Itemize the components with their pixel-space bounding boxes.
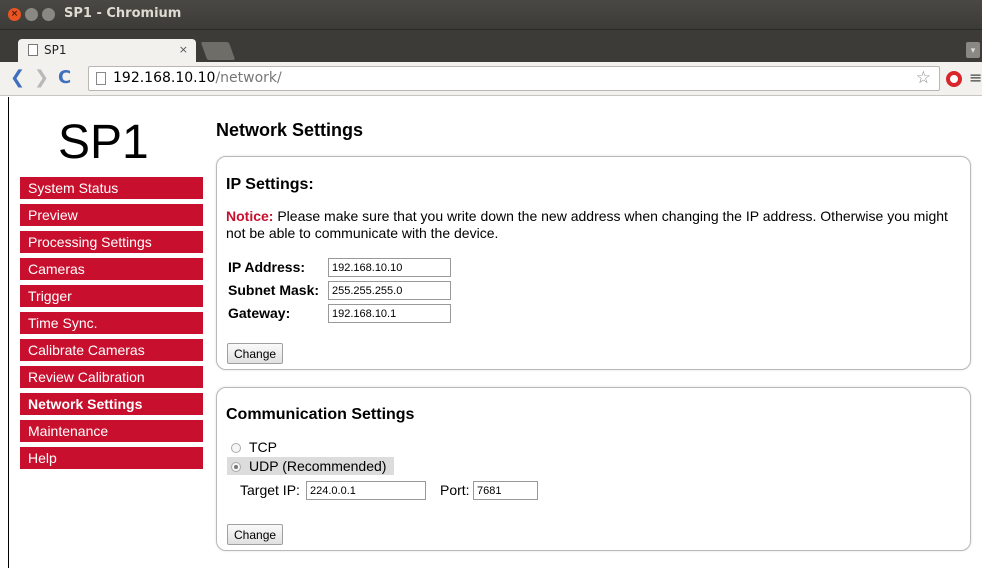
window-titlebar: × SP1 - Chromium [0, 0, 982, 30]
new-tab-button[interactable] [200, 42, 236, 60]
back-icon[interactable]: ❮ [10, 69, 25, 87]
browser-toolbar: ❮ ❯ C 192.168.10.10/network/ ☆ ≡ [0, 62, 982, 96]
tcp-radio-button[interactable] [231, 443, 241, 453]
page-content: SP1 System Status Preview Processing Set… [0, 97, 982, 568]
gateway-label: Gateway: [228, 305, 291, 321]
reload-icon[interactable]: C [58, 69, 71, 87]
ip-change-button[interactable]: Change [227, 343, 284, 364]
tcp-radio[interactable]: TCP [227, 438, 285, 456]
ip-address-label: IP Address: [228, 259, 306, 275]
udp-radio-button[interactable] [231, 462, 241, 472]
window-close-button[interactable]: × [8, 8, 21, 21]
udp-radio[interactable]: UDP (Recommended) [227, 457, 395, 475]
address-bar[interactable]: 192.168.10.10/network/ ☆ [88, 66, 940, 91]
udp-label: UDP (Recommended) [249, 458, 387, 474]
sidebar-item-time-sync[interactable]: Time Sync. [20, 312, 203, 334]
sidebar-item-processing-settings[interactable]: Processing Settings [20, 231, 203, 253]
sidebar-item-trigger[interactable]: Trigger [20, 285, 203, 307]
ip-address-input[interactable] [328, 258, 451, 277]
tab-close-icon[interactable]: × [179, 43, 188, 56]
sidebar-item-system-status[interactable]: System Status [20, 177, 203, 199]
tab-title: SP1 [44, 43, 67, 57]
sidebar-item-maintenance[interactable]: Maintenance [20, 420, 203, 442]
ip-settings-heading: IP Settings: [226, 176, 314, 193]
notice-message: Please make sure that you write down the… [226, 208, 948, 241]
communication-settings-panel: Communication Settings TCP UDP (Recommen… [216, 387, 971, 551]
tcp-label: TCP [249, 439, 277, 455]
port-input[interactable] [473, 481, 538, 500]
port-label: Port: [440, 482, 470, 498]
sidebar-item-help[interactable]: Help [20, 447, 203, 469]
gateway-input[interactable] [328, 304, 451, 323]
profile-icon[interactable]: ▾ [966, 42, 980, 58]
url-host: 192.168.10.10 [113, 70, 216, 86]
communication-settings-heading: Communication Settings [226, 406, 415, 423]
target-ip-input[interactable] [306, 481, 426, 500]
forward-icon[interactable]: ❯ [34, 69, 49, 87]
logo: SP1 [58, 116, 149, 169]
window-title: SP1 - Chromium [64, 6, 182, 21]
window-minimize-button[interactable] [25, 8, 38, 21]
page-icon [28, 44, 38, 56]
url-path: /network/ [215, 70, 282, 86]
sidebar-item-preview[interactable]: Preview [20, 204, 203, 226]
ip-settings-panel: IP Settings: Notice: Please make sure th… [216, 156, 971, 370]
bookmark-star-icon[interactable]: ☆ [916, 68, 931, 88]
sidebar-item-calibrate-cameras[interactable]: Calibrate Cameras [20, 339, 203, 361]
subnet-mask-input[interactable] [328, 281, 451, 300]
window-maximize-button[interactable] [42, 8, 55, 21]
extension-icon[interactable] [946, 71, 962, 87]
subnet-mask-label: Subnet Mask: [228, 282, 320, 298]
sidebar-item-network-settings[interactable]: Network Settings [20, 393, 203, 415]
sidebar-item-cameras[interactable]: Cameras [20, 258, 203, 280]
sidebar-item-review-calibration[interactable]: Review Calibration [20, 366, 203, 388]
comm-change-button[interactable]: Change [227, 524, 284, 545]
url-text[interactable]: 192.168.10.10/network/ [113, 70, 282, 86]
tab-strip: SP1 × ▾ [0, 30, 982, 62]
menu-icon[interactable]: ≡ [969, 68, 982, 87]
page-title: Network Settings [216, 120, 364, 140]
page-icon [96, 72, 106, 85]
notice-text: Notice: Please make sure that you write … [226, 208, 956, 242]
sidebar-nav: System Status Preview Processing Setting… [20, 177, 203, 474]
target-ip-label: Target IP: [240, 482, 300, 498]
page-left-border [0, 97, 9, 568]
browser-tab[interactable]: SP1 × [18, 39, 196, 62]
notice-label: Notice: [226, 208, 274, 224]
